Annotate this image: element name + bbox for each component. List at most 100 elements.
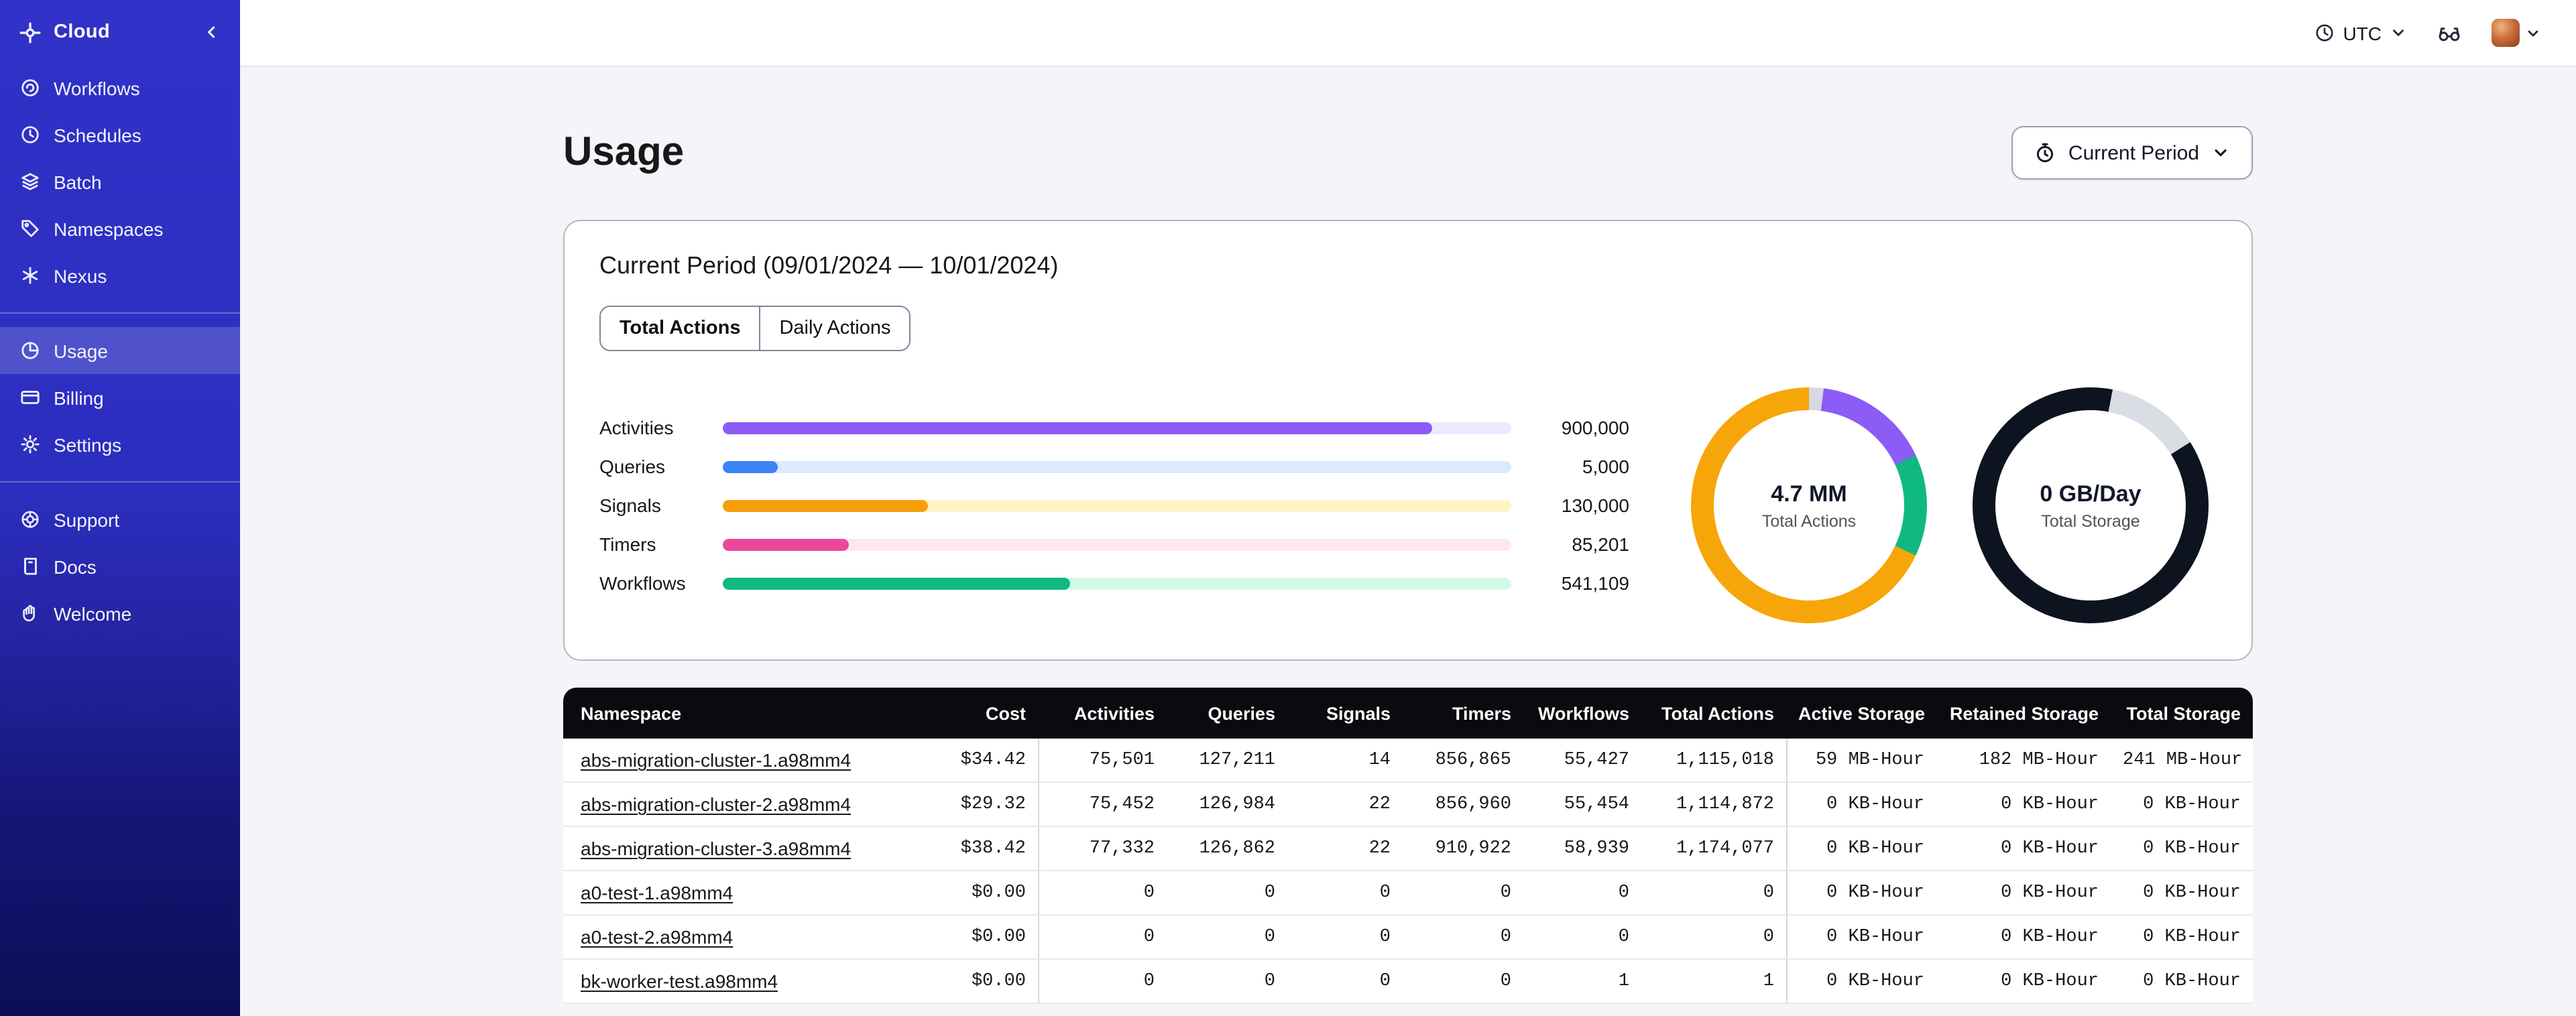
queries-cell: 126,862 xyxy=(1167,827,1287,871)
sidebar-divider xyxy=(0,481,240,483)
bar-value-label: 130,000 xyxy=(1561,495,1629,516)
col-timers: Timers xyxy=(1403,688,1523,739)
bar-category-label: Activities xyxy=(599,417,674,438)
activities-cell: 0 xyxy=(1038,960,1167,1004)
usage-charts: Activities 900,000 Queries 5,000 Signals 130,… xyxy=(599,387,2217,623)
account-menu-button[interactable] xyxy=(2492,19,2541,47)
namespace-cell: a0-test-2.a98mm4 xyxy=(563,915,923,960)
workflows-icon xyxy=(20,78,40,98)
donut-value: 4.7 MM xyxy=(1771,481,1847,506)
timezone-selector[interactable]: UTC xyxy=(2315,22,2407,44)
namespace-link[interactable]: a0-test-2.a98mm4 xyxy=(581,926,733,948)
chevron-down-icon xyxy=(2528,29,2538,36)
total-storage-donut: 0 GB/Day Total Storage xyxy=(1973,387,2209,623)
sidebar-item-welcome[interactable]: Welcome xyxy=(0,590,240,637)
col-active-storage: Active Storage xyxy=(1786,688,1936,739)
sidebar-item-docs[interactable]: Docs xyxy=(0,543,240,590)
sidebar-item-label: Settings xyxy=(54,434,122,455)
current-period-card: Current Period (09/01/2024 — 10/01/2024)… xyxy=(563,220,2253,661)
namespace-link[interactable]: abs-migration-cluster-2.a98mm4 xyxy=(581,793,851,815)
sidebar-item-billing[interactable]: Billing xyxy=(0,374,240,421)
usage-bar-chart: Activities 900,000 Queries 5,000 Signals 130,… xyxy=(599,417,1629,594)
cost-cell: $29.32 xyxy=(923,783,1038,827)
queries-cell: 127,211 xyxy=(1167,739,1287,783)
signals-cell: 0 xyxy=(1287,960,1403,1004)
bar-value-label: 5,000 xyxy=(1582,456,1629,477)
glasses-button[interactable] xyxy=(2437,20,2462,46)
namespace-link[interactable]: bk-worker-test.a98mm4 xyxy=(581,970,778,992)
tag-icon xyxy=(20,218,40,239)
sidebar-item-label: Welcome xyxy=(54,602,132,624)
sidebar-item-label: Batch xyxy=(54,171,102,192)
sidebar-item-label: Nexus xyxy=(54,265,107,286)
active-storage-cell: 59 MB-Hour xyxy=(1786,739,1936,783)
gear-icon xyxy=(20,434,40,454)
namespace-cell: a0-test-1.a98mm4 xyxy=(563,871,923,915)
donut-value: 0 GB/Day xyxy=(2040,481,2142,506)
donut-label: Total Actions xyxy=(1761,511,1857,530)
namespace-link[interactable]: abs-migration-cluster-3.a98mm4 xyxy=(581,838,851,859)
sidebar-item-nexus[interactable]: Nexus xyxy=(0,252,240,299)
active-storage-cell: 0 KB-Hour xyxy=(1786,960,1936,1004)
tab-total-actions[interactable]: Total Actions xyxy=(601,307,760,350)
namespace-link[interactable]: abs-migration-cluster-1.a98mm4 xyxy=(581,749,851,771)
bar-fill xyxy=(723,577,1070,589)
bar-track xyxy=(723,577,1511,589)
cost-cell: $38.42 xyxy=(923,827,1038,871)
total-storage-cell: 241 MB-Hour xyxy=(2111,739,2253,783)
namespace-cell: abs-migration-cluster-2.a98mm4 xyxy=(563,783,923,827)
sidebar-collapse-button[interactable] xyxy=(202,23,221,42)
credit-card-icon xyxy=(20,387,40,407)
lifebuoy-icon xyxy=(20,509,40,529)
stopwatch-icon xyxy=(2037,143,2054,163)
total-actions-cell: 0 xyxy=(1641,915,1786,960)
queries-cell: 0 xyxy=(1167,871,1287,915)
col-cost: Cost xyxy=(923,688,1038,739)
cost-cell: $34.42 xyxy=(923,739,1038,783)
retained-storage-cell: 0 KB-Hour xyxy=(1936,871,2111,915)
sidebar-item-support[interactable]: Support xyxy=(0,496,240,543)
col-retained-storage: Retained Storage xyxy=(1936,688,2111,739)
pie-chart-icon xyxy=(20,340,40,361)
retained-storage-cell: 0 KB-Hour xyxy=(1936,783,2111,827)
bar-value-label: 541,109 xyxy=(1561,572,1629,594)
clock-icon xyxy=(20,125,40,145)
active-storage-cell: 0 KB-Hour xyxy=(1786,871,1936,915)
donut-label: Total Storage xyxy=(2041,511,2140,530)
table-row: abs-migration-cluster-3.a98mm4 $38.42 77,3… xyxy=(563,827,2253,871)
col-namespace: Namespace xyxy=(563,688,923,739)
total-storage-cell: 0 KB-Hour xyxy=(2111,960,2253,1004)
sidebar-item-namespaces[interactable]: Namespaces xyxy=(0,205,240,252)
period-dropdown-button[interactable]: Current Period xyxy=(2011,126,2253,180)
workflows-cell: 55,454 xyxy=(1523,783,1641,827)
sidebar-item-batch[interactable]: Batch xyxy=(0,158,240,205)
workflows-cell: 0 xyxy=(1523,915,1641,960)
queries-cell: 126,984 xyxy=(1167,783,1287,827)
usage-bar-row: Timers 85,201 xyxy=(599,533,1629,555)
total-actions-cell: 1,174,077 xyxy=(1641,827,1786,871)
sidebar-divider xyxy=(0,312,240,314)
namespace-link[interactable]: a0-test-1.a98mm4 xyxy=(581,882,733,903)
sidebar-item-schedules[interactable]: Schedules xyxy=(0,111,240,158)
sidebar-item-label: Schedules xyxy=(54,124,141,145)
sidebar: Cloud Workflows Schedules Batch Namespac… xyxy=(0,0,240,1016)
total-actions-cell: 0 xyxy=(1641,871,1786,915)
signals-cell: 22 xyxy=(1287,783,1403,827)
sidebar-item-workflows[interactable]: Workflows xyxy=(0,64,240,111)
cost-cell: $0.00 xyxy=(923,960,1038,1004)
queries-cell: 0 xyxy=(1167,960,1287,1004)
donut-charts: 4.7 MM Total Actions 0 GB/Day Total Stor… xyxy=(1691,387,2209,623)
retained-storage-cell: 0 KB-Hour xyxy=(1936,960,2111,1004)
bar-category-label: Workflows xyxy=(599,572,686,594)
chevron-down-icon xyxy=(2215,149,2227,157)
bar-track xyxy=(723,499,1511,511)
sidebar-item-label: Support xyxy=(54,509,120,530)
bar-value-label: 900,000 xyxy=(1561,417,1629,438)
sidebar-item-usage[interactable]: Usage xyxy=(0,327,240,374)
activities-cell: 75,501 xyxy=(1038,739,1167,783)
total-actions-cell: 1,114,872 xyxy=(1641,783,1786,827)
tab-daily-actions[interactable]: Daily Actions xyxy=(759,307,910,350)
donut-center: 0 GB/Day Total Storage xyxy=(1995,410,2186,600)
hand-wave-icon xyxy=(20,603,40,623)
sidebar-item-settings[interactable]: Settings xyxy=(0,421,240,468)
